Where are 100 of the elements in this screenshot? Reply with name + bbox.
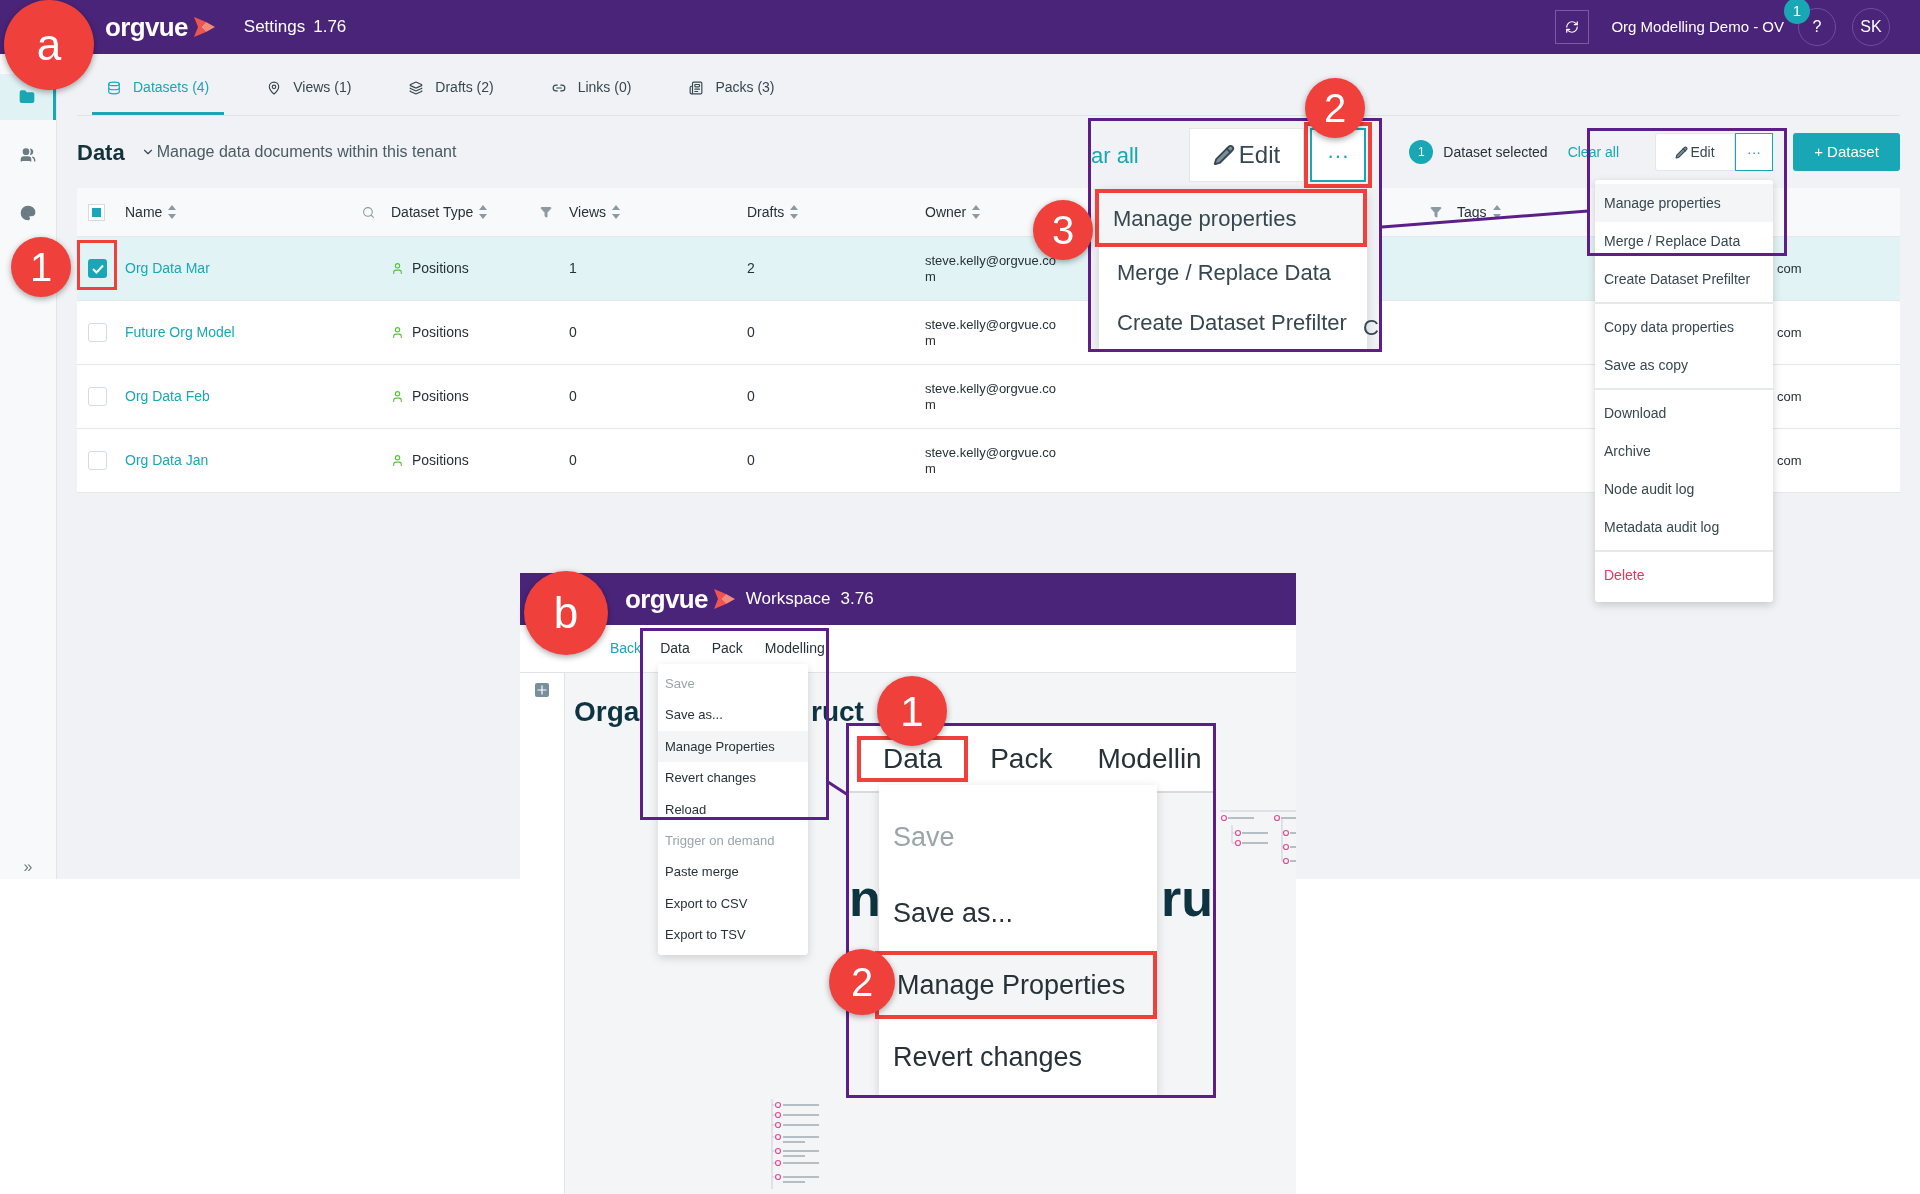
search-icon[interactable] [362,205,375,219]
menu-bar-item[interactable]: Modelling [764,638,825,659]
expand-button[interactable]: » [23,855,33,879]
menu-item[interactable]: Reload [658,793,808,825]
row-checkbox[interactable] [88,451,107,470]
refresh-button[interactable] [1555,10,1590,44]
menu-item[interactable]: Archive [1595,432,1773,470]
menu-item[interactable]: Export to CSV [658,887,808,920]
menu-item[interactable]: Create Dataset Prefilter [1595,260,1773,298]
table-cell-text: C [1363,314,1379,342]
callout-badge: 2 [829,949,895,1015]
newspaper-icon [689,80,704,95]
callout-badge: 1 [877,676,947,746]
tab[interactable]: Links (0) [536,77,647,115]
table-cell: steve.kelly@orgvue.co [925,444,1056,461]
menu-item[interactable]: Copy data properties [1595,308,1773,346]
add-icon[interactable] [535,683,549,697]
page-title: n [849,869,881,927]
table-cell-text: Positions [412,387,469,406]
menu-item[interactable]: Save as... [879,875,1157,951]
menu-item[interactable]: Revert changes [658,762,808,794]
menu-item[interactable]: Node audit log [1595,470,1773,508]
logo-text: orgvue [625,582,708,616]
select-all-checkbox[interactable] [88,203,105,221]
menu-item[interactable]: Delete [1595,556,1773,594]
row-checkbox[interactable] [88,259,107,278]
row-checkbox[interactable] [88,387,107,406]
edit-button[interactable]: Edit [1189,128,1304,182]
table-cell-text: Positions [412,451,469,470]
users-icon [20,147,36,163]
table-cell: 0 [569,324,577,340]
table-cell: 2 [747,260,755,276]
table-cell: 0 [747,388,755,404]
row-checkbox[interactable] [88,323,107,342]
menu-bar-item[interactable]: Pack [990,737,1053,780]
tab[interactable]: Views (1) [252,77,367,115]
tab[interactable]: Packs (3) [674,77,790,115]
menu-item[interactable]: Manage properties [1595,184,1773,222]
table-cell: m [925,332,936,349]
table-cell: m [925,268,936,285]
filter-icon[interactable] [1430,206,1442,218]
edit-button[interactable]: Edit [1655,133,1735,171]
logo-mark-icon [191,16,216,38]
app-name: Settings [243,16,306,39]
app-version: 1.76 [313,16,347,39]
database-icon [107,80,121,95]
pencil-icon [1675,145,1689,159]
table-cell: 0 [747,324,755,340]
column-header[interactable]: Views [569,201,607,223]
column-header[interactable]: Tags [1457,201,1487,223]
app-name: Workspace [745,588,831,611]
menu-item[interactable]: Download [1595,394,1773,432]
menu-bar-item[interactable]: Data [660,638,690,659]
column-header[interactable]: Dataset Type [391,201,474,223]
check-icon [91,263,104,274]
column-header[interactable]: Owner [925,201,967,223]
notification-badge: 1 [1784,0,1810,24]
person-icon [391,262,404,275]
table-cell: com [1777,453,1802,468]
menu-item[interactable]: Paste merge [658,856,808,888]
menu-item[interactable]: Metadata audit log [1595,508,1773,546]
selection-count-badge: 1 [1409,140,1434,164]
menu-item[interactable]: Manage Properties [658,730,808,763]
table-cell: 1 [569,260,577,276]
sort-icon[interactable] [1492,205,1501,219]
logo-mark-icon [711,588,736,610]
table-cell: m [925,460,936,477]
selection-label: Dataset selected [1443,142,1548,162]
tab[interactable]: Drafts (2) [394,77,509,115]
menu-bar-item[interactable]: Pack [711,638,743,659]
menu-item[interactable]: Merge / Replace Data [1099,247,1367,297]
menu-item[interactable]: Save as copy [1595,346,1773,384]
column-header[interactable]: Name [125,201,163,223]
menu-bar-item[interactable]: Modellin [1097,737,1202,780]
table-cell: m [925,396,936,413]
menu-item[interactable]: Revert changes [879,1019,1157,1095]
page-title: Orga [574,696,640,727]
highlight-box [77,240,117,290]
menu-item[interactable]: Merge / Replace Data [1595,222,1773,260]
table-cell: 0 [747,452,755,468]
layers-icon [409,80,424,95]
column-header[interactable]: Drafts [747,201,785,223]
menu-item[interactable]: Manage Properties [875,951,1157,1019]
page-title: Data [77,138,125,167]
filter-icon[interactable] [540,206,552,218]
refresh-icon [1565,20,1580,34]
menu-item[interactable]: Export to TSV [658,919,808,951]
palette-icon [20,205,36,221]
table-cell: steve.kelly@orgvue.co [925,380,1056,397]
menu-item[interactable]: Save as... [658,699,808,731]
person-icon [391,326,404,339]
table-cell: steve.kelly@orgvue.co [925,316,1056,333]
table-cell: com [1777,325,1802,340]
menu-item[interactable]: Manage properties [1095,189,1367,247]
page-subtitle: Manage data documents within this tenant [156,142,457,162]
pin-icon [267,80,282,95]
person-icon [391,454,404,467]
table-cell: 0 [569,452,577,468]
table-cell: 0 [569,388,577,404]
tenant-name[interactable]: Org Modelling Demo - OV [1611,15,1784,39]
